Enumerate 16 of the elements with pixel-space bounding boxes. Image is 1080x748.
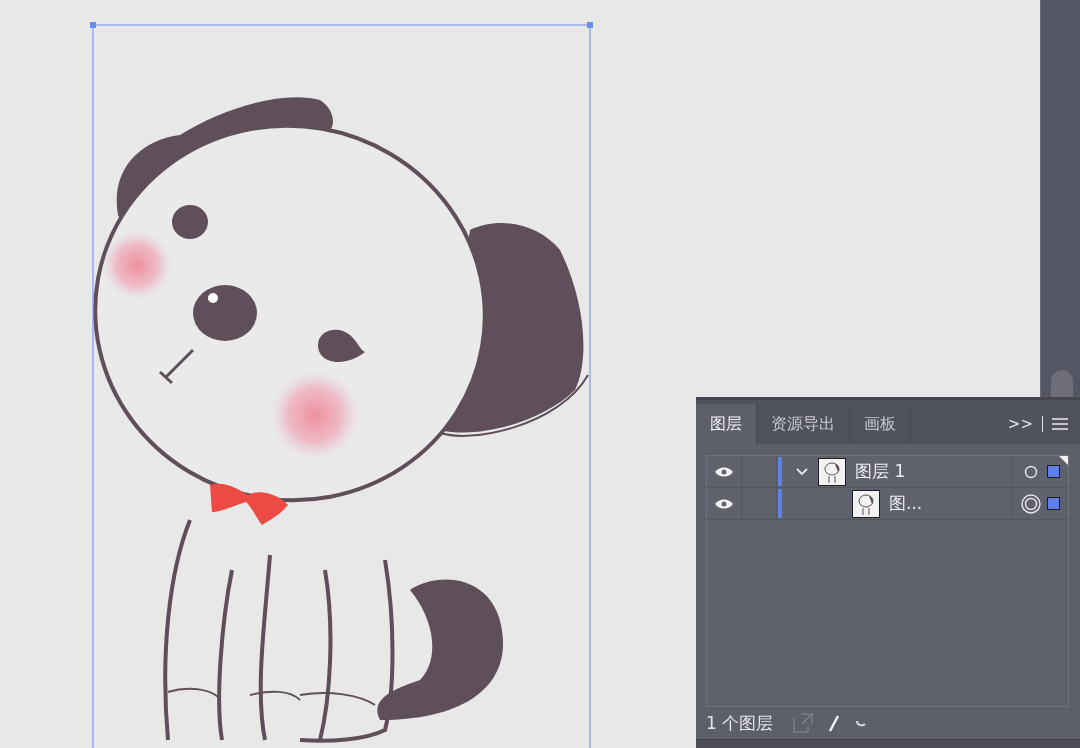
layer-count: 1 个图层 xyxy=(706,711,774,735)
selection-square-icon[interactable] xyxy=(1046,497,1060,510)
target-icon[interactable] xyxy=(1020,493,1041,514)
chevron-icon[interactable] xyxy=(796,467,808,476)
menu-icon[interactable] xyxy=(1052,417,1068,431)
scrollbar-thumb[interactable] xyxy=(1051,370,1073,398)
panel-tab[interactable]: 图层 xyxy=(696,404,757,444)
overflow-button[interactable]: >> xyxy=(1007,415,1033,433)
pen-icon[interactable] xyxy=(827,714,842,732)
layer-name[interactable]: 图层 1 xyxy=(855,460,906,483)
scrollbar-track[interactable] xyxy=(1040,0,1080,398)
layer-name[interactable]: 图... xyxy=(889,492,923,515)
hook-icon[interactable] xyxy=(855,718,868,728)
eye-icon[interactable] xyxy=(714,497,734,510)
eye-icon[interactable] xyxy=(714,465,734,478)
selection-square-icon[interactable] xyxy=(1046,465,1060,478)
